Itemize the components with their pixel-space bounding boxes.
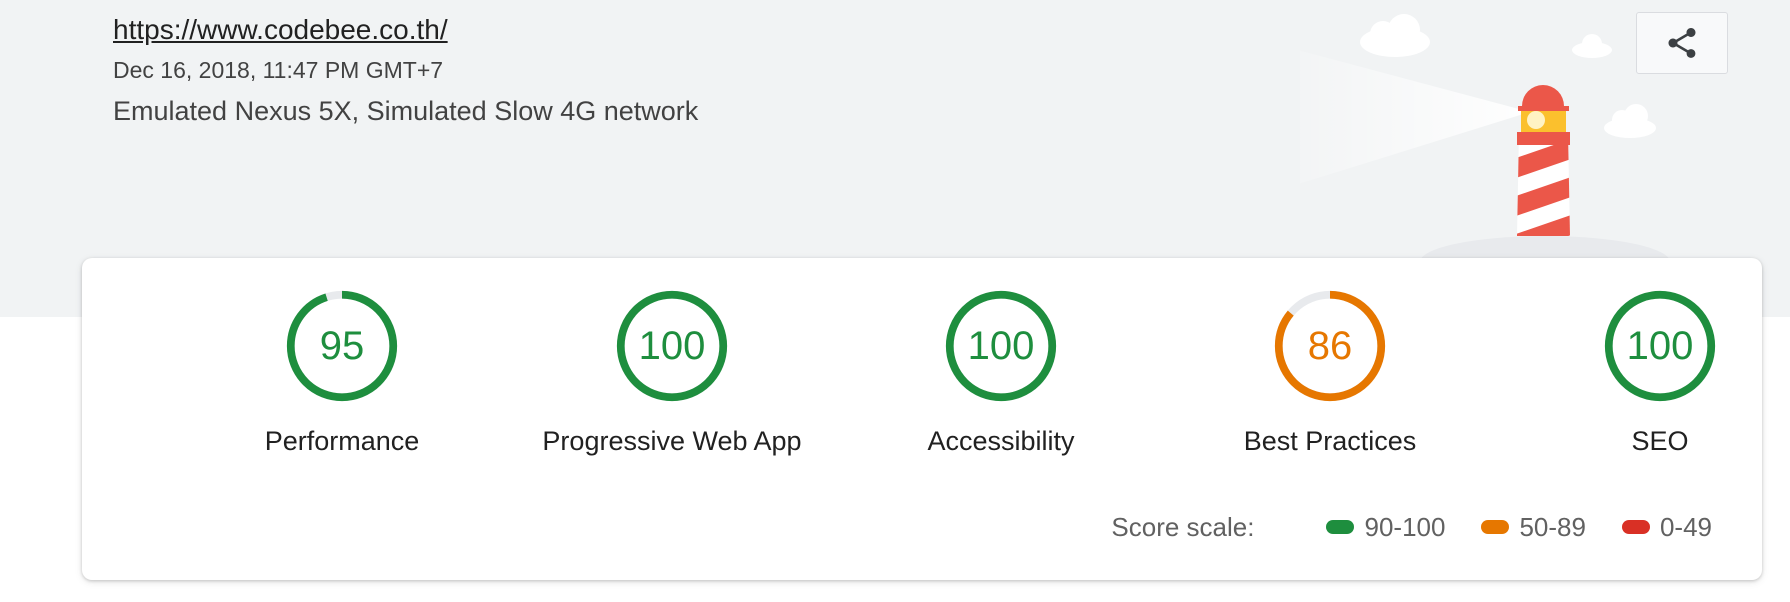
scale-range-label: 50-89 (1519, 511, 1586, 542)
scale-item-fail: 0-49 (1621, 511, 1712, 543)
ground (1420, 236, 1670, 260)
scale-range-label: 0-49 (1659, 511, 1712, 542)
share-button[interactable] (1636, 12, 1728, 74)
gauge-best-practices[interactable]: 86 Best Practices (1180, 288, 1480, 478)
cloud-icon (1572, 34, 1612, 58)
environment-description: Emulated Nexus 5X, Simulated Slow 4G net… (113, 96, 699, 126)
gauge-progressive-web-app[interactable]: 100 Progressive Web App (522, 288, 822, 478)
cloud-icon (1360, 14, 1430, 57)
scale-swatch (1326, 520, 1355, 534)
gauge-score: 100 (1626, 324, 1694, 368)
cloud-icon (1604, 104, 1656, 138)
report-url-link[interactable]: https://www.codebee.co.th/ (113, 14, 448, 46)
scale-item-average: 50-89 (1481, 512, 1586, 543)
gauge-label: Accessibility (927, 426, 1075, 456)
gauge-performance[interactable]: 95 Performance (192, 288, 492, 478)
scale-swatch (1621, 520, 1650, 534)
score-scale-title: Score scale: (1111, 511, 1255, 542)
gauge-label: Progressive Web App (542, 426, 802, 456)
gauge-label: Performance (264, 426, 420, 456)
light-beam (1300, 50, 1530, 184)
gauge-score: 100 (638, 324, 706, 368)
gauge-accessibility[interactable]: 100 Accessibility (851, 288, 1151, 478)
gauge-score: 86 (1307, 324, 1353, 368)
score-scale-legend: Score scale: 90-100 50-89 0-49 (1111, 510, 1712, 544)
gauge-label: Best Practices (1243, 426, 1417, 456)
share-icon (1668, 28, 1696, 58)
gauge-score: 95 (319, 324, 365, 368)
scale-swatch (1481, 520, 1510, 534)
gauge-label: SEO (1631, 426, 1689, 456)
scores-card: 95 Performance 100 Progressive Web App 1… (82, 258, 1762, 580)
scale-range-label: 90-100 (1364, 511, 1446, 542)
report-timestamp: Dec 16, 2018, 11:47 PM GMT+7 (113, 57, 444, 83)
gauge-seo[interactable]: 100 SEO (1510, 288, 1790, 478)
gauge-score: 100 (967, 324, 1035, 368)
scale-item-pass: 90-100 (1326, 512, 1445, 543)
